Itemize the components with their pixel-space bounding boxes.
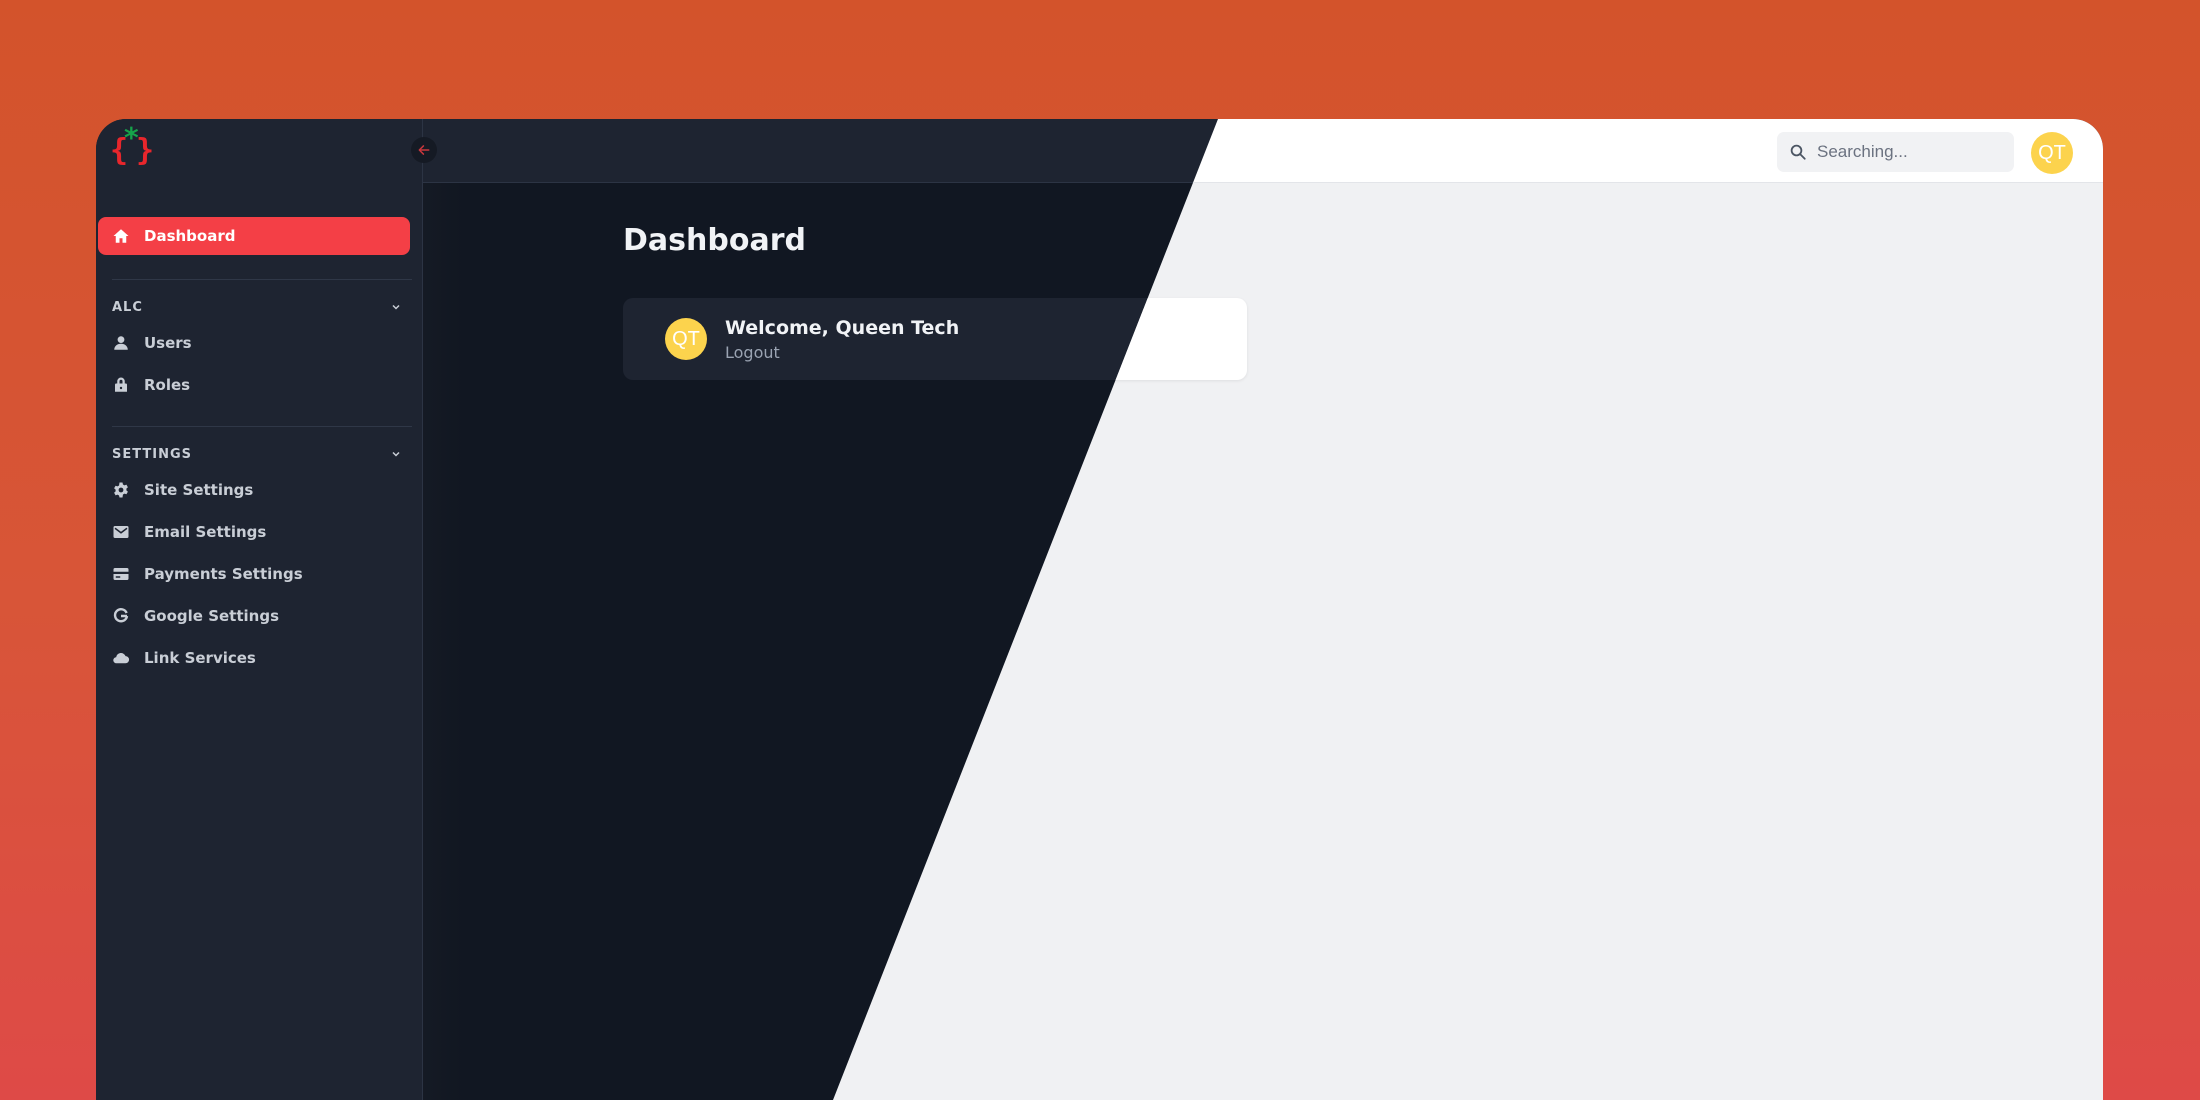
sidebar-item-label: Users [144, 334, 192, 352]
section-header-alc[interactable]: ALC [98, 296, 410, 318]
search-box-light[interactable] [1777, 132, 2014, 172]
mail-icon [113, 526, 129, 538]
welcome-avatar: QT [665, 318, 707, 360]
sidebar-divider [112, 279, 412, 280]
sidebar-item-label: Payments Settings [144, 565, 303, 583]
sidebar-item-payments-settings[interactable]: Payments Settings [98, 557, 410, 591]
user-icon [114, 336, 128, 350]
sidebar-item-label: Site Settings [144, 481, 254, 499]
google-icon [113, 608, 129, 623]
sidebar-item-email-settings[interactable]: Email Settings [98, 515, 410, 549]
sidebar-item-label: Google Settings [144, 607, 279, 625]
credit-card-icon [113, 568, 129, 580]
sidebar-divider [112, 426, 412, 427]
sidebar-item-link-services[interactable]: Link Services [98, 641, 410, 675]
sidebar-item-google-settings[interactable]: Google Settings [98, 599, 410, 633]
logout-link[interactable]: Logout [725, 343, 780, 362]
search-icon [1790, 144, 1806, 160]
lock-icon [115, 377, 127, 392]
app-logo[interactable]: { * } [110, 121, 158, 171]
gear-icon [114, 482, 128, 498]
arrow-left-icon [418, 145, 430, 155]
page-title: Dashboard [623, 223, 806, 258]
sidebar-item-label: Roles [144, 376, 191, 394]
section-title: SETTINGS [112, 446, 193, 462]
section-header-settings[interactable]: SETTINGS [98, 443, 410, 465]
sidebar-item-label: Email Settings [144, 523, 267, 541]
sidebar-item-users[interactable]: Users [98, 326, 410, 360]
home-icon [113, 229, 129, 243]
sidebar-nav: Dashboard ALC Users Roles SETTINGS Site … [98, 217, 412, 683]
sidebar-item-label: Link Services [144, 649, 256, 667]
sidebar: { * } Dashboard ALC Users Roles SETTINGS… [96, 119, 423, 1100]
welcome-greeting: Welcome, Queen Tech [725, 316, 960, 339]
section-title: ALC [112, 299, 143, 315]
search-input-light[interactable] [1817, 142, 1997, 162]
user-avatar-button-light[interactable]: QT [2031, 132, 2073, 174]
cloud-icon [113, 653, 130, 664]
sidebar-item-label: Dashboard [144, 227, 236, 245]
sidebar-collapse-button[interactable] [411, 137, 437, 163]
app-window: Dashboard QT Welcome, Queen Tech Logout … [96, 119, 2103, 1100]
sidebar-item-site-settings[interactable]: Site Settings [98, 473, 410, 507]
sidebar-item-dashboard[interactable]: Dashboard [98, 217, 410, 255]
sidebar-item-roles[interactable]: Roles [98, 368, 410, 402]
chevron-down-icon [392, 304, 400, 310]
logo-right-brace: } [136, 133, 155, 168]
chevron-down-icon [392, 451, 400, 457]
